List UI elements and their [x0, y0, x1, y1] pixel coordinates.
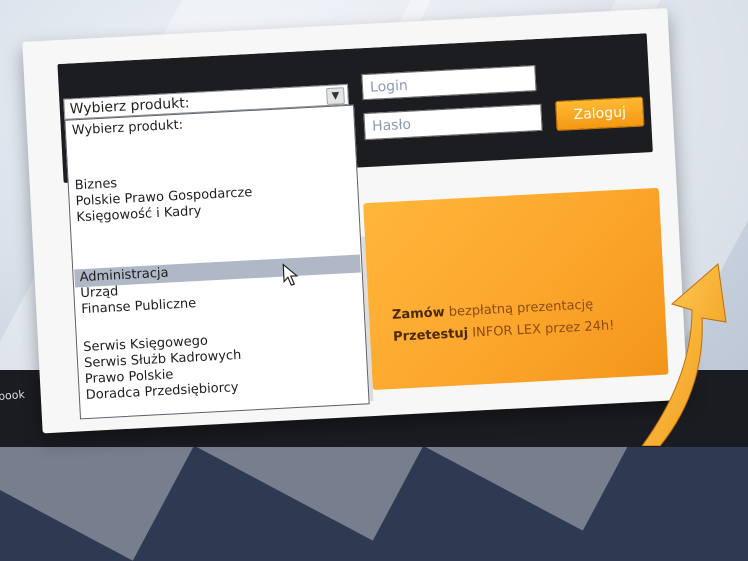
promo-order-word[interactable]: Zamów [392, 305, 445, 323]
dropdown-item[interactable]: Wybierz produkt: [72, 118, 184, 140]
promo-test-word[interactable]: Przetestuj [393, 326, 469, 345]
promo-line2: INFOR LEX przez 24h! [471, 318, 615, 341]
login-button[interactable]: Zaloguj [555, 96, 645, 132]
product-dropdown-list: Wybierz produkt: Biznes Polskie Prawo Go… [64, 104, 370, 420]
login-placeholder: Login [369, 77, 409, 96]
background-partial-text: book [0, 387, 26, 404]
chevron-down-icon[interactable]: ▼ [326, 87, 345, 106]
mouse-cursor-icon [282, 263, 299, 286]
curved-arrow-icon [641, 263, 727, 446]
password-placeholder: Hasło [371, 116, 412, 135]
